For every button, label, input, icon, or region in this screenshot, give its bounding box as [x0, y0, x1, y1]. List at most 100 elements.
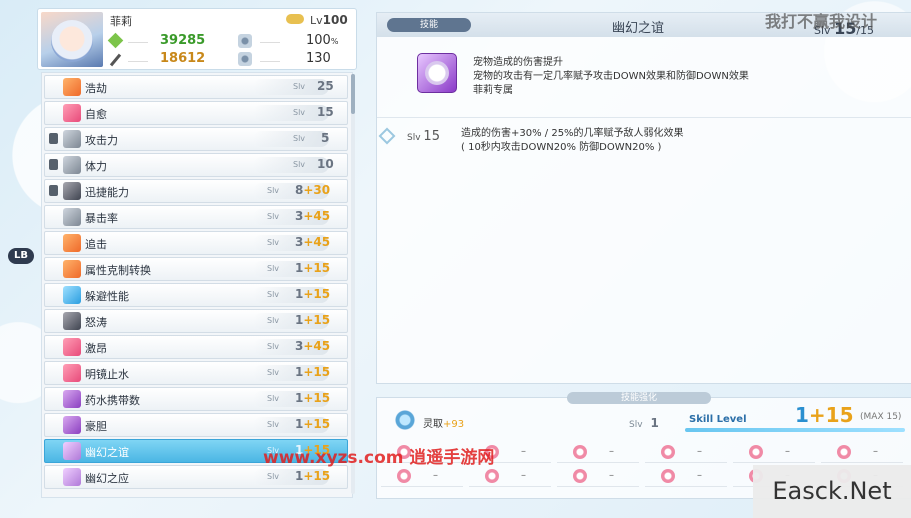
crit-icon: [63, 208, 81, 226]
rank-icon: [286, 14, 304, 24]
skill-row[interactable]: 体力 Slv 10: [44, 153, 348, 177]
description-line: 宠物的攻击有一定几率赋予攻击DOWN效果和防御DOWN效果: [473, 71, 749, 82]
material-slot-icon: [397, 469, 411, 483]
skill-row[interactable]: 躲避性能 Slv 1+15: [44, 283, 348, 307]
sword-icon: [63, 78, 81, 96]
slv-value: 15: [317, 105, 334, 119]
slv-label: Slv: [267, 238, 280, 247]
slv-bonus: +15: [303, 391, 331, 405]
material-icon[interactable]: [393, 408, 417, 432]
character-name: 菲莉: [110, 15, 132, 28]
skill-row[interactable]: 属性克制转换 Slv 1+15: [44, 257, 348, 281]
slv-label: Slv: [293, 160, 306, 169]
slv-value: 1+15: [295, 261, 330, 275]
courage-icon: [63, 416, 81, 434]
material-slot-icon: [485, 469, 499, 483]
skill-row[interactable]: 攻击力 Slv 5: [44, 127, 348, 151]
tab-skill[interactable]: 技能: [387, 18, 471, 32]
slv-value: 25: [317, 79, 334, 93]
material-label: 灵取: [423, 419, 443, 430]
lock-icon: [49, 133, 58, 144]
slv-base: 25: [317, 79, 334, 93]
skill-row[interactable]: 药水携带数 Slv 1+15: [44, 387, 348, 411]
skill-name: 追击: [85, 238, 107, 251]
skill-name: 药水携带数: [85, 394, 140, 407]
scrollbar-track[interactable]: [351, 74, 355, 494]
material-slot-count: –: [521, 470, 526, 481]
material-slot[interactable]: –: [733, 444, 815, 463]
material-slot[interactable]: –: [469, 468, 551, 487]
watermark-bottom: Easck.Net: [753, 465, 911, 518]
material-slot[interactable]: –: [381, 468, 463, 487]
evade-icon: [63, 286, 81, 304]
effect-slv-label: Slv: [407, 133, 421, 143]
material-slot[interactable]: –: [645, 444, 727, 463]
skill-row[interactable]: 怒涛 Slv 1+15: [44, 309, 348, 333]
skill-row[interactable]: 自愈 Slv 15: [44, 101, 348, 125]
slv-value: 10: [317, 157, 334, 171]
skill-row[interactable]: 豪胆 Slv 1+15: [44, 413, 348, 437]
level-label: Lv: [310, 14, 323, 27]
material-slot-count: –: [521, 446, 526, 457]
slv-label: Slv: [293, 108, 306, 117]
slv-value: 5: [321, 131, 329, 145]
material-slot[interactable]: –: [557, 468, 639, 487]
max-label: (MAX 15): [860, 412, 902, 422]
skill-row[interactable]: 迅捷能力 Slv 8+30: [44, 179, 348, 203]
pct-stat-value: 100: [306, 33, 331, 48]
skill-row[interactable]: 幽幻之应 Slv 1+15: [44, 465, 348, 489]
clock-icon: [63, 182, 81, 200]
slv-value: 3+45: [295, 209, 330, 223]
mirror-icon: [63, 364, 81, 382]
slv-label: Slv: [267, 264, 280, 273]
skill-row[interactable]: 激昂 Slv 3+45: [44, 335, 348, 359]
speed-stat-value: 130: [306, 51, 331, 66]
character-avatar[interactable]: [41, 12, 103, 67]
material-slot-count: –: [433, 470, 438, 481]
slv-label: Slv: [293, 134, 306, 143]
wolf-icon: [63, 468, 81, 486]
skill-row[interactable]: 浩劫 Slv 25: [44, 75, 348, 99]
slv-bonus: +15: [303, 365, 331, 379]
slv-value: 1+15: [295, 313, 330, 327]
skill-name: 自愈: [85, 108, 107, 121]
level-bonus: +15: [808, 403, 854, 427]
pct-stat: 100%: [306, 33, 338, 48]
slv-label: Slv: [267, 420, 280, 429]
material-slot[interactable]: –: [557, 444, 639, 463]
speed-stat-icon: [238, 52, 252, 66]
defense-icon: [109, 53, 122, 67]
material-slot[interactable]: –: [645, 468, 727, 487]
effect-slv-value: 15: [423, 129, 440, 144]
skill-name: 体力: [85, 160, 107, 173]
description-line: 菲莉专属: [473, 85, 513, 96]
level-base: 1: [795, 403, 809, 427]
slv-base: 5: [321, 131, 330, 145]
slv-bonus: +15: [303, 313, 331, 327]
slv-label: Slv: [267, 342, 280, 351]
slv-value: 8+30: [295, 183, 330, 197]
slv-value: 1+15: [295, 287, 330, 301]
max-text: MAX 15: [863, 412, 898, 422]
slv-label: Slv: [267, 186, 280, 195]
slv-value: 1+15: [295, 469, 330, 483]
slv-label: Slv: [267, 316, 280, 325]
skill-row[interactable]: 暴击率 Slv 3+45: [44, 205, 348, 229]
skill-name: 豪胆: [85, 420, 107, 433]
skill-row[interactable]: 明镜止水 Slv 1+15: [44, 361, 348, 385]
slv-base: 15: [317, 105, 334, 119]
skill-name: 躲避性能: [85, 290, 129, 303]
lb-button[interactable]: LB: [8, 248, 34, 264]
skill-row[interactable]: 追击 Slv 3+45: [44, 231, 348, 255]
material-slot-icon: [573, 469, 587, 483]
heal-icon: [63, 104, 81, 122]
scrollbar-thumb[interactable]: [351, 74, 355, 114]
diamond-icon: [378, 127, 396, 145]
slv-bonus: +45: [303, 339, 331, 353]
effect-slv: Slv 15: [407, 129, 440, 144]
material-slot-icon: [661, 445, 675, 459]
effect-line: ( 10秒内攻击DOWN20% 防御DOWN20% ): [461, 142, 662, 153]
skill-list: 浩劫 Slv 25 自愈 Slv 15 攻击力 Slv 5 体力 Slv 10: [41, 72, 353, 498]
level-value: 100: [322, 13, 348, 27]
material-slot[interactable]: –: [821, 444, 903, 463]
